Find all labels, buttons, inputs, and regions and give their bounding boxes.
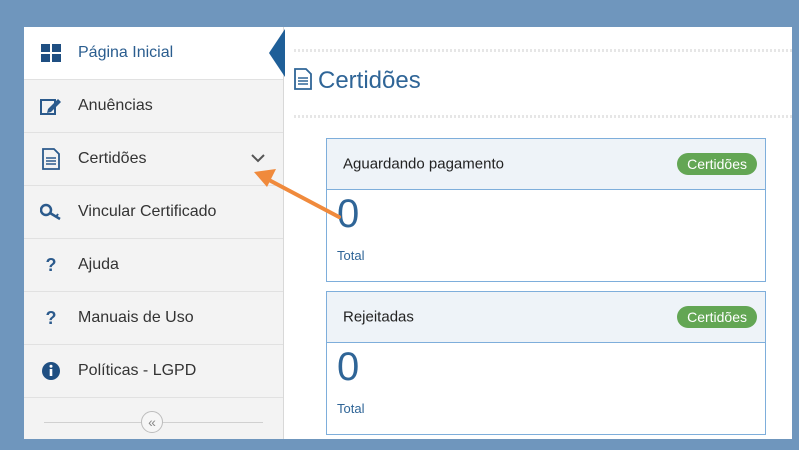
page-title: Certidões — [294, 67, 421, 95]
count-value: 0 — [337, 192, 360, 236]
sidebar: Página Inicial Anuências Certidões Vincu… — [24, 27, 285, 439]
collapse-sidebar-button[interactable]: « — [141, 411, 163, 433]
app-frame: Página Inicial Anuências Certidões Vincu… — [24, 27, 792, 439]
sidebar-item-politicas-lgpd[interactable]: Políticas - LGPD — [24, 345, 283, 398]
sidebar-item-label: Anuências — [78, 97, 153, 114]
count-label: Total — [337, 401, 365, 416]
sidebar-item-label: Certidões — [78, 150, 147, 167]
count-value: 0 — [337, 345, 360, 389]
sidebar-item-label: Políticas - LGPD — [78, 362, 197, 379]
divider — [294, 49, 792, 52]
info-icon — [40, 360, 62, 382]
sidebar-item-label: Manuais de Uso — [78, 309, 194, 326]
status-card-aguardando-pagamento[interactable]: Aguardando pagamento Certidões 0 Total — [326, 138, 766, 282]
sidebar-item-label: Ajuda — [78, 256, 119, 273]
sidebar-item-certidoes[interactable]: Certidões — [24, 133, 283, 186]
question-icon: ? — [45, 254, 57, 275]
sidebar-item-ajuda[interactable]: ? Ajuda — [24, 239, 283, 292]
page-title-text: Certidões — [318, 67, 421, 94]
question-icon: ? — [45, 307, 57, 328]
category-badge: Certidões — [677, 306, 757, 328]
document-icon — [294, 67, 312, 95]
sidebar-item-vincular-certificado[interactable]: Vincular Certificado — [24, 186, 283, 239]
card-title: Aguardando pagamento — [343, 155, 504, 173]
card-title: Rejeitadas — [343, 308, 414, 326]
sidebar-item-anuencias[interactable]: Anuências — [24, 80, 283, 133]
card-header: Aguardando pagamento Certidões — [327, 139, 765, 190]
card-header: Rejeitadas Certidões — [327, 292, 765, 343]
sidebar-item-label: Página Inicial — [78, 44, 174, 61]
sidebar-collapse-bar: « — [24, 405, 283, 439]
card-body: 0 Total — [327, 343, 765, 435]
sidebar-item-label: Vincular Certificado — [78, 203, 217, 220]
document-icon — [40, 148, 62, 170]
dashboard-grid-icon — [40, 42, 62, 64]
key-icon — [40, 201, 62, 223]
sidebar-item-manuais-de-uso[interactable]: ? Manuais de Uso — [24, 292, 283, 345]
edit-icon — [40, 95, 62, 117]
status-card-rejeitadas[interactable]: Rejeitadas Certidões 0 Total — [326, 291, 766, 435]
divider — [294, 115, 792, 118]
chevron-down-icon[interactable] — [250, 150, 266, 168]
count-label: Total — [337, 248, 365, 263]
card-body: 0 Total — [327, 190, 765, 282]
active-indicator — [269, 29, 285, 77]
double-chevron-left-icon: « — [148, 414, 156, 430]
category-badge: Certidões — [677, 153, 757, 175]
sidebar-item-pagina-inicial[interactable]: Página Inicial — [24, 27, 285, 80]
